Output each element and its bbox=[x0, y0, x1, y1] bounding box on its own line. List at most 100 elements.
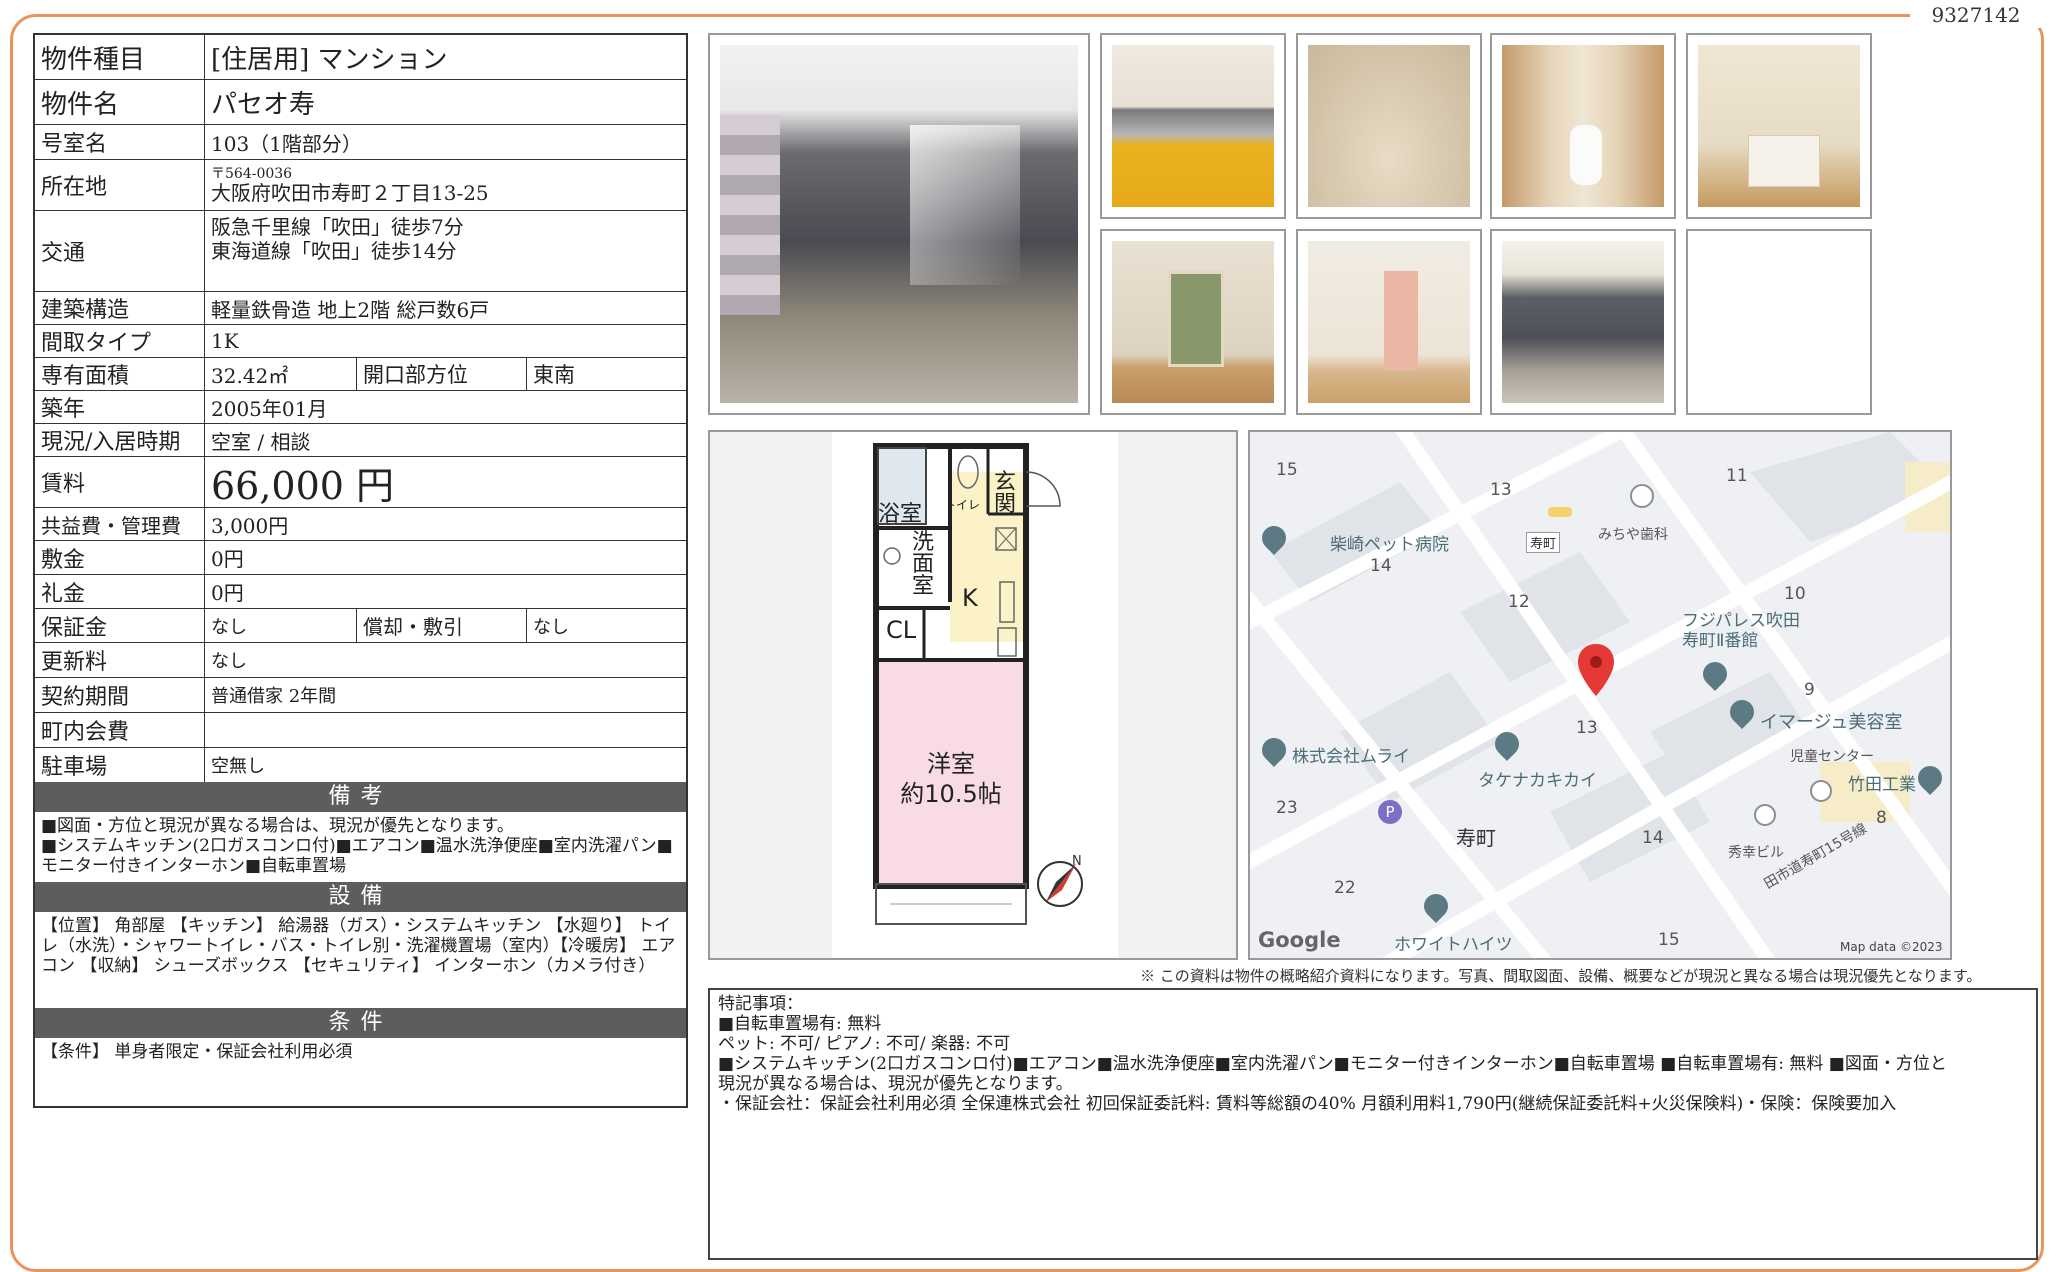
map-label: 10 bbox=[1784, 584, 1806, 604]
north-label: N bbox=[1072, 854, 1082, 869]
toilet-label: トイレ bbox=[944, 498, 981, 512]
row-deposit: 敷金 0円 bbox=[35, 541, 686, 575]
notes-line-4: ■システムキッチン(2口ガスコンロ付)■エアコン■温水洗浄便座■室内洗濯パン■モ… bbox=[718, 1054, 1947, 1074]
map-label: 14 bbox=[1370, 556, 1392, 576]
location-pin-icon bbox=[1578, 644, 1614, 696]
name-label: 物件名 bbox=[35, 80, 205, 124]
google-logo: Google bbox=[1258, 928, 1341, 952]
renewal-value: なし bbox=[211, 651, 247, 672]
map-label: みちや歯科 bbox=[1598, 527, 1668, 543]
disclaimer-notice: ※ この資料は物件の概略紹介資料になります。写真、間取図面、設備、概要などが現況… bbox=[1140, 967, 1982, 985]
map-label: 11 bbox=[1726, 466, 1748, 486]
bath-label: 浴室 bbox=[878, 502, 923, 527]
rent-value: 66,000 円 bbox=[211, 463, 395, 508]
toilet-shape bbox=[1570, 125, 1602, 185]
map-label: 15 bbox=[1276, 460, 1298, 480]
remarks-line-1: ■図面・方位と現況が異なる場合は、現況が優先となります。 bbox=[41, 816, 514, 836]
contract-label: 契約期間 bbox=[35, 678, 205, 712]
guarantee-label: 保証金 bbox=[35, 609, 205, 642]
remarks-line-2: ■システムキッチン(2口ガスコンロ付)■エアコン■温水洗浄便座■室内洗濯パン■モ… bbox=[41, 836, 673, 876]
notes-line-5: 現況が異なる場合は、現況が優先となります。 bbox=[718, 1074, 1073, 1094]
row-type: 物件種目 [住居用] マンション bbox=[35, 35, 686, 80]
floor-plan-panel[interactable]: 浴室 トイレ 玄関 洗面室 K CL 洋室 約10.5帖 N bbox=[708, 430, 1238, 960]
fee-label: 共益費・管理費 bbox=[35, 508, 205, 540]
parking-label: 駐車場 bbox=[35, 748, 205, 782]
parking-pin-icon: P bbox=[1378, 800, 1402, 824]
map-credit: Map data ©2023 bbox=[1840, 940, 1943, 954]
transit-line-2: 東海道線「吹田」徒歩14分 bbox=[211, 239, 457, 263]
map-label: 寿町 bbox=[1526, 532, 1561, 553]
contract-value: 普通借家 2年間 bbox=[211, 686, 337, 707]
room-label: 号室名 bbox=[35, 125, 205, 159]
opening-label: 開口部方位 bbox=[357, 358, 527, 390]
row-rent: 賃料 66,000 円 bbox=[35, 457, 686, 508]
conditions-body: 【条件】 単身者限定・保証会社利用必須 bbox=[41, 1042, 353, 1062]
photo-washbasin[interactable] bbox=[1686, 33, 1872, 219]
row-built: 築年 2005年01月 bbox=[35, 391, 686, 424]
status-label: 現況/入居時期 bbox=[35, 424, 205, 456]
address-label: 所在地 bbox=[35, 160, 205, 210]
kitchen-label: K bbox=[962, 584, 978, 612]
photo-exterior-2[interactable] bbox=[1490, 229, 1676, 415]
shuko-pin-icon bbox=[1754, 804, 1776, 826]
map-label: 柴崎ペット病院 bbox=[1330, 535, 1449, 555]
association-fee-value bbox=[205, 713, 686, 747]
rent-label: 賃料 bbox=[35, 457, 205, 507]
row-name: 物件名 パセオ寿 bbox=[35, 80, 686, 125]
map-label: 13 bbox=[1576, 718, 1598, 738]
exterior-2-image bbox=[1502, 241, 1664, 403]
map-label: 8 bbox=[1876, 808, 1887, 828]
name-value: パセオ寿 bbox=[211, 89, 316, 120]
photo-bathroom[interactable] bbox=[1296, 33, 1482, 219]
map-panel[interactable]: P 15 13 11 柴崎ペット病院 14 寿町 みちや歯科 12 10 フジパ… bbox=[1248, 430, 1952, 960]
row-address: 所在地 〒564-0036 大阪府吹田市寿町２丁目13-25 bbox=[35, 160, 686, 211]
row-layout: 間取タイプ 1K bbox=[35, 325, 686, 358]
photo-room-interior[interactable] bbox=[1296, 229, 1482, 415]
transit-value: 阪急千里線「吹田」徒歩7分 東海道線「吹田」徒歩14分 bbox=[205, 211, 686, 291]
parking-value: 空無し bbox=[211, 756, 265, 777]
map-label: ホワイトハイツ bbox=[1394, 935, 1513, 955]
row-renewal: 更新料 なし bbox=[35, 643, 686, 678]
photo-exterior[interactable] bbox=[708, 33, 1090, 415]
special-notes-box: 特記事項： ■自転車置場有: 無料 ペット: 不可/ ピアノ: 不可/ 楽器: … bbox=[708, 988, 2038, 1260]
map-label: 12 bbox=[1508, 592, 1530, 612]
children-center-pin-icon bbox=[1810, 780, 1832, 802]
key-money-value: 0円 bbox=[211, 581, 244, 605]
type-label: 物件種目 bbox=[35, 35, 205, 79]
door-shape bbox=[1384, 271, 1418, 371]
photo-kitchen[interactable] bbox=[1100, 33, 1286, 219]
map-label: 9 bbox=[1804, 680, 1815, 700]
entrance-label: 玄関 bbox=[994, 470, 1017, 517]
equipment-body: 【位置】 角部屋 【キッチン】 給湯器（ガス）・システムキッチン 【水廻り】 ト… bbox=[41, 916, 676, 976]
opening-value: 東南 bbox=[533, 363, 575, 387]
remarks-body: ■図面・方位と現況が異なる場合は、現況が優先となります。 ■システムキッチン(2… bbox=[35, 812, 686, 882]
amortization-label: 償却・敷引 bbox=[357, 609, 527, 642]
bathroom-image bbox=[1308, 45, 1470, 207]
built-label: 築年 bbox=[35, 391, 205, 423]
row-guarantee: 保証金 なし 償却・敷引 なし bbox=[35, 609, 686, 643]
map-label: 22 bbox=[1334, 878, 1356, 898]
equipment-heading: 設備 bbox=[35, 882, 686, 912]
amortization-value: なし bbox=[533, 616, 569, 638]
map-label: 寿町 bbox=[1456, 826, 1496, 850]
address-value: 〒564-0036 大阪府吹田市寿町２丁目13-25 bbox=[205, 160, 686, 210]
transit-label: 交通 bbox=[35, 211, 205, 291]
deposit-label: 敷金 bbox=[35, 541, 205, 574]
pixelated-blur bbox=[720, 115, 780, 315]
row-key-money: 礼金 0円 bbox=[35, 575, 686, 609]
layout-value: 1K bbox=[211, 329, 239, 353]
notes-line-3: ペット: 不可/ ピアノ: 不可/ 楽器: 不可 bbox=[718, 1034, 1011, 1054]
deposit-value: 0円 bbox=[211, 547, 244, 571]
photo-room-window[interactable] bbox=[1100, 229, 1286, 415]
window-shape bbox=[1168, 271, 1224, 367]
row-fee: 共益費・管理費 3,000円 bbox=[35, 508, 686, 541]
notes-line-1: 特記事項： bbox=[718, 994, 803, 1014]
address-text: 大阪府吹田市寿町２丁目13-25 bbox=[211, 181, 489, 205]
kitchen-image bbox=[1112, 45, 1274, 207]
map-label: 株式会社ムライ bbox=[1292, 747, 1411, 767]
remarks-heading: 備考 bbox=[35, 782, 686, 812]
photo-empty-slot bbox=[1686, 229, 1872, 415]
photo-toilet[interactable] bbox=[1490, 33, 1676, 219]
fee-value: 3,000円 bbox=[211, 513, 289, 538]
notes-line-2: ■自転車置場有: 無料 bbox=[718, 1014, 882, 1034]
